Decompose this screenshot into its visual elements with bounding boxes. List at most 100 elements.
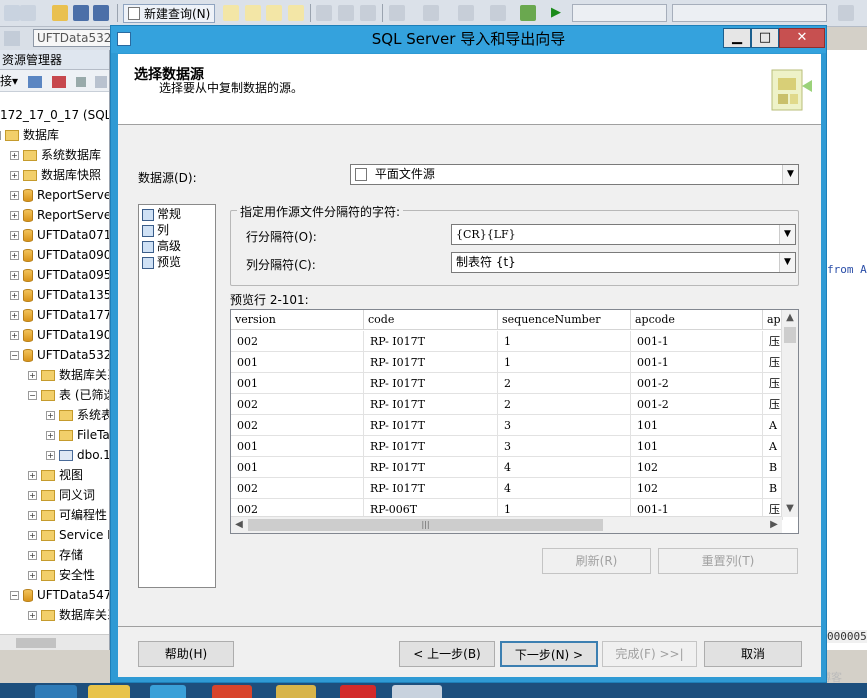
tree-node[interactable]: + FileTab (46, 425, 109, 445)
tree-node[interactable]: + 安全性 (28, 565, 95, 585)
tree-node[interactable]: + 系统表 (46, 405, 109, 425)
tree-node[interactable]: + UFTData0909 (10, 245, 109, 265)
taskbar-explorer-app[interactable] (88, 685, 130, 698)
taskbar-app[interactable] (35, 685, 77, 698)
connect-dropdown[interactable]: 接▾ (0, 74, 18, 88)
tree-node[interactable]: + dbo.11 (46, 445, 109, 465)
minimize-button[interactable]: ▁ (723, 28, 751, 48)
search-icon[interactable] (838, 5, 854, 21)
taskbar-app[interactable] (340, 685, 376, 698)
tree-node[interactable]: + 数据库关系 (28, 605, 109, 625)
back-button[interactable]: < 上一步(B) (399, 641, 495, 667)
collapse-icon[interactable]: − (10, 590, 19, 600)
db-query-icon[interactable] (223, 5, 239, 21)
dmx-query-icon[interactable] (266, 5, 282, 21)
tree-node[interactable]: + ReportServer (10, 185, 109, 205)
chevron-down-icon[interactable]: ▼ (782, 165, 798, 184)
tree-node[interactable]: − 表 (已筛选 (28, 385, 109, 405)
expand-icon[interactable]: + (10, 230, 19, 240)
oe-hscrollbar[interactable] (0, 634, 109, 650)
scroll-right-icon[interactable]: ▶ (766, 517, 782, 533)
column-header[interactable]: code (364, 310, 498, 330)
cancel-button[interactable]: 取消 (704, 641, 802, 667)
connect-icon[interactable] (4, 31, 20, 46)
tree-node[interactable]: + UFTData1357 (10, 285, 109, 305)
vscroll-thumb[interactable] (784, 327, 796, 343)
nav-item[interactable]: 高级 (142, 239, 181, 254)
column-header[interactable]: sequenceNumber (498, 310, 631, 330)
expand-icon[interactable]: + (10, 330, 19, 340)
next-button[interactable]: 下一步(N) > (500, 641, 598, 667)
disconnect-icon[interactable] (51, 75, 66, 88)
maximize-button[interactable]: □ (751, 28, 779, 48)
expand-icon[interactable]: + (10, 250, 19, 260)
toolbar-combo[interactable] (572, 4, 667, 22)
tree-node[interactable]: − 数据库 (0, 125, 59, 145)
toolbar-combo-2[interactable] (672, 4, 827, 22)
server-node[interactable]: 172_17_0_17 (SQL S (0, 105, 109, 125)
expand-icon[interactable]: + (28, 370, 37, 380)
column-separator-combo[interactable]: 制表符 {t} ▼ (451, 252, 796, 273)
execute-icon[interactable]: ▶ (551, 5, 567, 21)
undo-icon[interactable] (389, 5, 405, 21)
tree-node[interactable]: + UFTData0950 (10, 265, 109, 285)
tree-node[interactable]: + 同义词 (28, 485, 95, 505)
finish-button[interactable]: 完成(F) >>| (602, 641, 697, 667)
expand-icon[interactable]: + (28, 490, 37, 500)
new-query-button[interactable]: 新建查询(N) (123, 4, 216, 23)
grid-hscrollbar[interactable]: ◀ ||| ▶ (231, 516, 782, 533)
expand-icon[interactable]: + (28, 530, 37, 540)
navigate-icon[interactable] (458, 5, 474, 21)
expand-icon[interactable]: + (10, 310, 19, 320)
column-header[interactable]: version (231, 310, 364, 330)
expand-icon[interactable]: + (10, 270, 19, 280)
expand-icon[interactable]: + (28, 470, 37, 480)
window-icon[interactable] (4, 5, 20, 21)
grid-vscrollbar[interactable]: ▲ ▼ (781, 310, 798, 517)
expand-icon[interactable]: + (46, 430, 55, 440)
chevron-down-icon[interactable]: ▼ (779, 253, 795, 272)
taskbar-ssms-app[interactable] (392, 685, 442, 698)
preview-grid[interactable]: version code sequenceNumber apcode ap 002 RP- … (230, 309, 799, 534)
scroll-up-icon[interactable]: ▲ (782, 310, 798, 326)
reset-columns-button[interactable]: 重置列(T) (658, 548, 798, 574)
tree-node[interactable]: + UFTData1772 (10, 305, 109, 325)
tree-node[interactable]: + Service Br (28, 525, 109, 545)
connect-icon[interactable] (27, 75, 42, 88)
datasource-combo[interactable]: 平面文件源 ▼ (350, 164, 799, 185)
tree-node[interactable]: − UFTData5477 (10, 585, 109, 605)
tree-node[interactable]: + 数据库关系 (28, 365, 109, 385)
stop-icon[interactable] (75, 76, 86, 87)
row-separator-combo[interactable]: {CR}{LF} ▼ (451, 224, 796, 245)
help-button[interactable]: 帮助(H) (138, 641, 234, 667)
tree-node[interactable]: + 视图 (28, 465, 83, 485)
save-all-icon[interactable] (93, 5, 109, 21)
nav-item[interactable]: 预览 (142, 255, 181, 270)
expand-icon[interactable]: + (28, 550, 37, 560)
tree-node[interactable]: + ReportServer (10, 205, 109, 225)
tree-node[interactable]: + 数据库快照 (10, 165, 101, 185)
nav-item[interactable]: 常规 (142, 207, 181, 222)
oe-hscroll-thumb[interactable] (16, 638, 56, 648)
expand-icon[interactable]: + (28, 570, 37, 580)
column-header[interactable]: apcode (631, 310, 763, 330)
expand-icon[interactable]: + (10, 170, 19, 180)
source-nav-list[interactable]: 常规列高级 预览 (138, 204, 216, 588)
xmla-query-icon[interactable] (288, 5, 304, 21)
query-editor[interactable]: from A 000005 (827, 50, 867, 650)
cut-icon[interactable] (316, 5, 332, 21)
expand-icon[interactable]: + (10, 150, 19, 160)
filter-icon[interactable] (95, 75, 108, 88)
tree-node[interactable]: + 系统数据库 (10, 145, 101, 165)
expand-icon[interactable]: + (46, 410, 55, 420)
copy-icon[interactable] (338, 5, 354, 21)
chevron-down-icon[interactable]: ▼ (779, 225, 795, 244)
expand-icon[interactable]: + (46, 450, 55, 460)
chart-icon[interactable] (520, 5, 536, 21)
taskbar-app[interactable] (150, 685, 186, 698)
expand-icon[interactable]: + (10, 290, 19, 300)
scroll-down-icon[interactable]: ▼ (782, 501, 798, 517)
tree-node[interactable]: + UFTData1905 (10, 325, 109, 345)
expand-icon[interactable]: + (10, 210, 19, 220)
column-header[interactable]: ap (763, 310, 783, 330)
